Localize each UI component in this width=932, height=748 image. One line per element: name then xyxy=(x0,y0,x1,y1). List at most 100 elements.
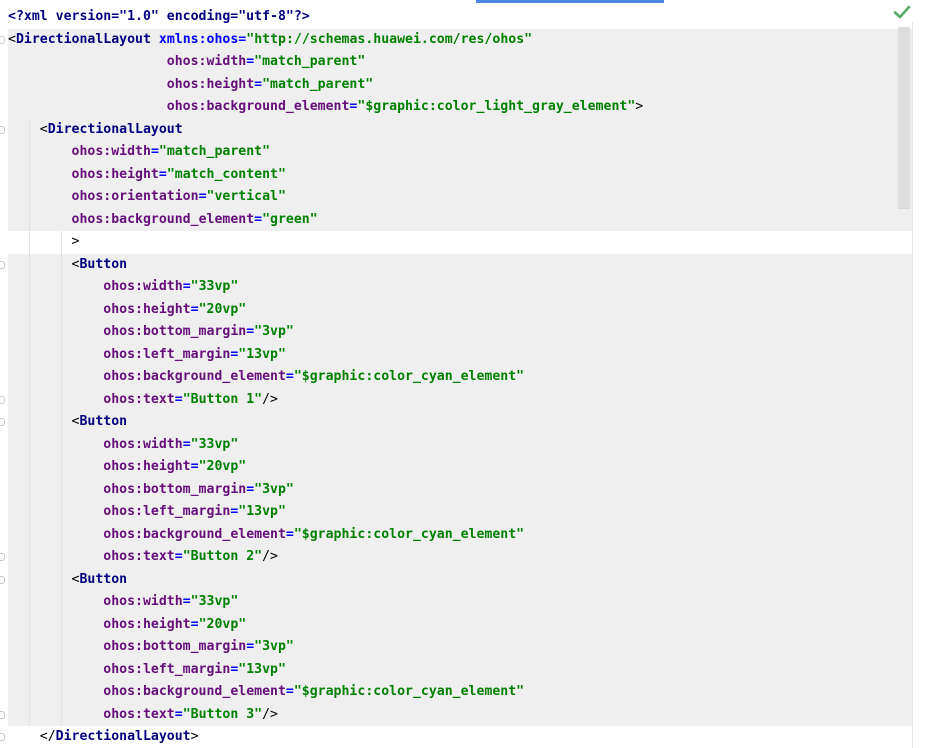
code-token-eq: = xyxy=(246,324,255,339)
code-token-val: "$graphic:color_cyan_element" xyxy=(293,526,525,542)
code-token-eq: = xyxy=(190,301,199,317)
code-token-val: "13vp" xyxy=(238,346,286,362)
code-token-attr: ohos:height xyxy=(71,166,159,182)
code-token-val: "match_parent" xyxy=(158,144,271,159)
code-token-eq: = xyxy=(174,706,183,722)
fold-marker[interactable] xyxy=(0,733,5,741)
code-line[interactable]: ohos:height="20vp" xyxy=(8,298,912,321)
fold-marker[interactable] xyxy=(0,553,5,561)
code-line[interactable]: ohos:width="33vp" xyxy=(8,276,912,299)
code-token-val: "20vp" xyxy=(198,301,247,317)
code-line[interactable]: ohos:background_element="green" xyxy=(8,208,912,231)
code-token-val: "http://schemas.huawei.com/res/ohos" xyxy=(246,31,533,47)
code-token-eq: = xyxy=(190,616,199,632)
code-token-tag: Button xyxy=(79,256,128,272)
vertical-scrollbar-track[interactable] xyxy=(912,22,932,748)
code-line[interactable]: <DirectionalLayout xmlns:ohos="http://sc… xyxy=(8,28,912,51)
code-token-attr: ohos:background_element xyxy=(71,211,255,227)
code-line[interactable]: </DirectionalLayout> xyxy=(8,726,199,748)
code-line[interactable]: ohos:height="match_parent" xyxy=(8,73,912,96)
code-token-punc: > xyxy=(635,99,644,114)
code-token-punc: < xyxy=(8,414,80,429)
code-token-eq: = xyxy=(246,639,255,654)
code-line[interactable]: ohos:left_margin="13vp" xyxy=(8,343,912,366)
fold-marker[interactable] xyxy=(0,575,5,584)
code-line[interactable]: > xyxy=(8,231,80,254)
indent-guide xyxy=(60,231,62,726)
code-token-punc xyxy=(8,212,72,227)
code-line[interactable]: ohos:background_element="$graphic:color_… xyxy=(8,96,912,119)
code-token-val: "Button 2" xyxy=(182,549,263,564)
code-line[interactable]: ohos:width="33vp" xyxy=(8,591,912,614)
code-token-attr: ohos:orientation xyxy=(71,189,199,204)
code-token-tag: DirectionalLayout xyxy=(47,121,183,137)
code-token-eq: = xyxy=(285,369,294,384)
vertical-scrollbar-thumb[interactable] xyxy=(898,27,910,209)
code-line[interactable]: ohos:left_margin="13vp" xyxy=(8,658,912,681)
code-token-tag: DirectionalLayout xyxy=(15,31,151,47)
code-token-attr: ohos:background_element xyxy=(103,526,286,542)
fold-marker[interactable] xyxy=(0,260,5,269)
code-line[interactable]: ohos:height="20vp" xyxy=(8,613,912,636)
code-line[interactable]: <Button xyxy=(8,568,912,591)
fold-marker[interactable] xyxy=(0,395,5,404)
code-token-val: "Button 1" xyxy=(182,391,263,407)
code-line[interactable]: ohos:bottom_margin="3vp" xyxy=(8,478,912,501)
code-token-tag: DirectionalLayout xyxy=(55,729,191,744)
code-token-val: "13vp" xyxy=(238,661,286,677)
code-line[interactable]: ohos:height="20vp" xyxy=(8,456,912,479)
code-token-attr: ohos:background_element xyxy=(103,684,286,699)
code-token-punc: /> xyxy=(262,549,278,564)
code-line[interactable]: ohos:text="Button 2"/> xyxy=(8,546,912,569)
code-line[interactable]: ohos:left_margin="13vp" xyxy=(8,501,912,524)
code-token-punc: </ xyxy=(8,729,56,744)
code-line[interactable]: <Button xyxy=(8,253,912,276)
code-token-val: "20vp" xyxy=(198,616,247,632)
code-line[interactable]: ohos:width="33vp" xyxy=(8,433,912,456)
code-line[interactable]: ohos:orientation="vertical" xyxy=(8,186,912,209)
code-token-decl: <?xml version="1.0" encoding="utf-8"?> xyxy=(8,9,310,24)
check-icon[interactable] xyxy=(893,4,911,20)
code-line[interactable]: ohos:text="Button 3"/> xyxy=(8,703,912,726)
code-token-punc xyxy=(8,54,167,69)
code-line[interactable]: ohos:background_element="$graphic:color_… xyxy=(8,523,912,546)
code-line[interactable]: ohos:width="match_parent" xyxy=(8,141,912,164)
code-token-punc xyxy=(8,392,103,407)
code-token-punc: > xyxy=(190,729,199,744)
code-editor[interactable]: <?xml version="1.0" encoding="utf-8"?> <D… xyxy=(8,6,912,748)
code-line[interactable]: ohos:width="match_parent" xyxy=(8,51,912,74)
fold-marker[interactable] xyxy=(0,710,5,719)
code-token-eq: = xyxy=(182,436,191,452)
code-line[interactable]: ohos:text="Button 1"/> xyxy=(8,388,912,411)
code-line[interactable]: ohos:bottom_margin="3vp" xyxy=(8,636,912,659)
code-token-attr: ohos:height xyxy=(103,459,191,474)
code-token-attr: ohos:height xyxy=(103,301,191,317)
code-token-val: "3vp" xyxy=(254,481,294,497)
code-line[interactable]: ohos:background_element="$graphic:color_… xyxy=(8,366,912,389)
code-token-eq: = xyxy=(174,391,183,407)
code-token-punc xyxy=(8,167,72,182)
editor-gutter[interactable] xyxy=(0,0,8,748)
code-token-eq: = xyxy=(254,211,263,227)
fold-marker[interactable] xyxy=(0,418,5,426)
code-token-attr: ohos:width xyxy=(103,279,183,294)
fold-marker[interactable] xyxy=(0,125,5,134)
code-token-val: "match_parent" xyxy=(254,54,366,69)
code-line[interactable]: ohos:background_element="$graphic:color_… xyxy=(8,681,912,704)
code-token-val: "3vp" xyxy=(254,324,294,339)
code-token-punc xyxy=(151,32,159,47)
code-line[interactable]: <DirectionalLayout xyxy=(8,118,912,141)
code-token-eq: = xyxy=(285,526,294,542)
code-token-val: "33vp" xyxy=(190,279,239,294)
code-token-attr: ohos:left_margin xyxy=(103,504,231,519)
code-line[interactable]: ohos:height="match_content" xyxy=(8,163,912,186)
code-token-punc xyxy=(8,662,103,677)
code-line[interactable]: <Button xyxy=(8,411,912,434)
code-token-val: "green" xyxy=(262,211,318,227)
fold-marker[interactable] xyxy=(0,35,5,44)
code-token-val: "match_content" xyxy=(166,166,286,182)
code-line[interactable]: <?xml version="1.0" encoding="utf-8"?> xyxy=(8,6,310,29)
code-line[interactable]: ohos:bottom_margin="3vp" xyxy=(8,321,912,344)
code-token-attr: ohos:background_element xyxy=(166,99,350,114)
code-token-punc xyxy=(8,459,103,474)
